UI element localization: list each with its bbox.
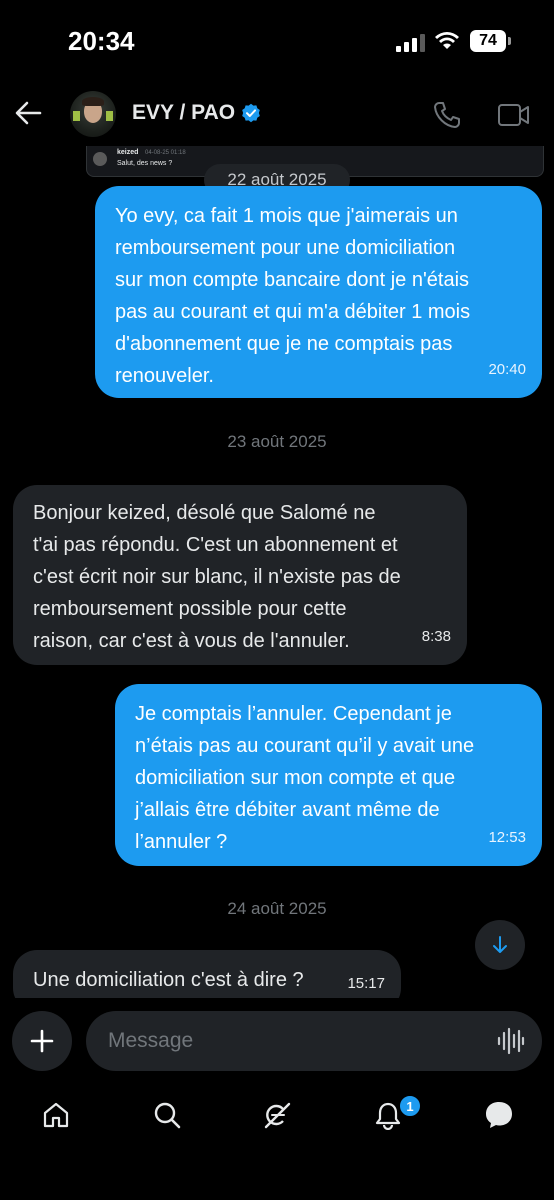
avatar-decoration: [73, 111, 80, 121]
status-bar: 20:34 74: [0, 0, 554, 80]
messages-icon: [486, 1102, 512, 1128]
verified-icon: [242, 103, 260, 123]
message-time: 15:17: [347, 975, 385, 992]
message-input[interactable]: [86, 1011, 542, 1071]
chat-thread[interactable]: keized 04-08-25 01:18 Salut, des news ? …: [0, 146, 554, 998]
quoted-name: keized: [117, 149, 139, 156]
tab-search[interactable]: [151, 1099, 183, 1131]
message-text: Yo evy, ca fait 1 mois que j'aimerais un…: [115, 205, 471, 387]
avatar[interactable]: [70, 91, 116, 137]
message-outgoing[interactable]: Yo evy, ca fait 1 mois que j'aimerais un…: [95, 186, 542, 398]
quoted-date: 04-08-25 01:18: [145, 150, 186, 156]
wifi-icon: [435, 32, 459, 49]
quoted-text: Salut, des news ?: [117, 160, 173, 167]
message-text: Une domiciliation c'est à dire ?: [33, 969, 304, 991]
message-outgoing[interactable]: Je comptais l’annuler. Cependant je n’ét…: [115, 684, 542, 866]
message-incoming[interactable]: Une domiciliation c'est à dire ? 15:17: [13, 950, 401, 998]
video-icon[interactable]: [497, 102, 531, 128]
home-indicator: [194, 1178, 360, 1184]
scroll-to-bottom-button[interactable]: [475, 920, 525, 970]
avatar-hair: [82, 97, 104, 106]
conversation-title: EVY / PAO: [132, 101, 236, 124]
message-incoming[interactable]: Bonjour keized, désolé que Salomé ne t'a…: [13, 485, 467, 665]
avatar-decoration: [106, 111, 113, 121]
conversation-header: EVY / PAO: [0, 80, 554, 146]
message-composer: [0, 1010, 554, 1072]
bottom-tab-bar: 1: [0, 1085, 554, 1145]
voice-wave-icon[interactable]: [497, 1027, 525, 1055]
date-separator: 23 août 2025: [227, 432, 327, 451]
tab-home[interactable]: [40, 1099, 72, 1131]
add-attachment-button[interactable]: [12, 1011, 72, 1071]
message-time: 8:38: [421, 628, 451, 645]
home-icon: [43, 1102, 69, 1128]
message-text: Je comptais l’annuler. Cependant je n’ét…: [135, 703, 475, 853]
plus-icon: [30, 1029, 54, 1053]
back-arrow-icon[interactable]: [14, 100, 42, 126]
notifications-badge: 1: [398, 1094, 422, 1118]
search-icon: [154, 1102, 181, 1129]
conversation-title-group[interactable]: EVY / PAO: [132, 101, 261, 125]
grok-icon: [264, 1102, 291, 1129]
status-time: 20:34: [68, 26, 135, 56]
date-separator: 24 août 2025: [227, 899, 327, 918]
message-time: 12:53: [488, 829, 526, 846]
arrow-down-icon: [493, 936, 507, 953]
message-time: 20:40: [488, 361, 526, 378]
quoted-avatar: [93, 152, 107, 166]
phone-icon[interactable]: [432, 100, 462, 130]
tab-grok[interactable]: [261, 1099, 293, 1131]
cellular-signal-icon: [396, 34, 425, 52]
tab-messages[interactable]: [483, 1099, 515, 1131]
message-text: Bonjour keized, désolé que Salomé ne t'a…: [33, 502, 401, 652]
battery-tip: [508, 37, 511, 45]
battery-icon: 74: [470, 30, 506, 52]
